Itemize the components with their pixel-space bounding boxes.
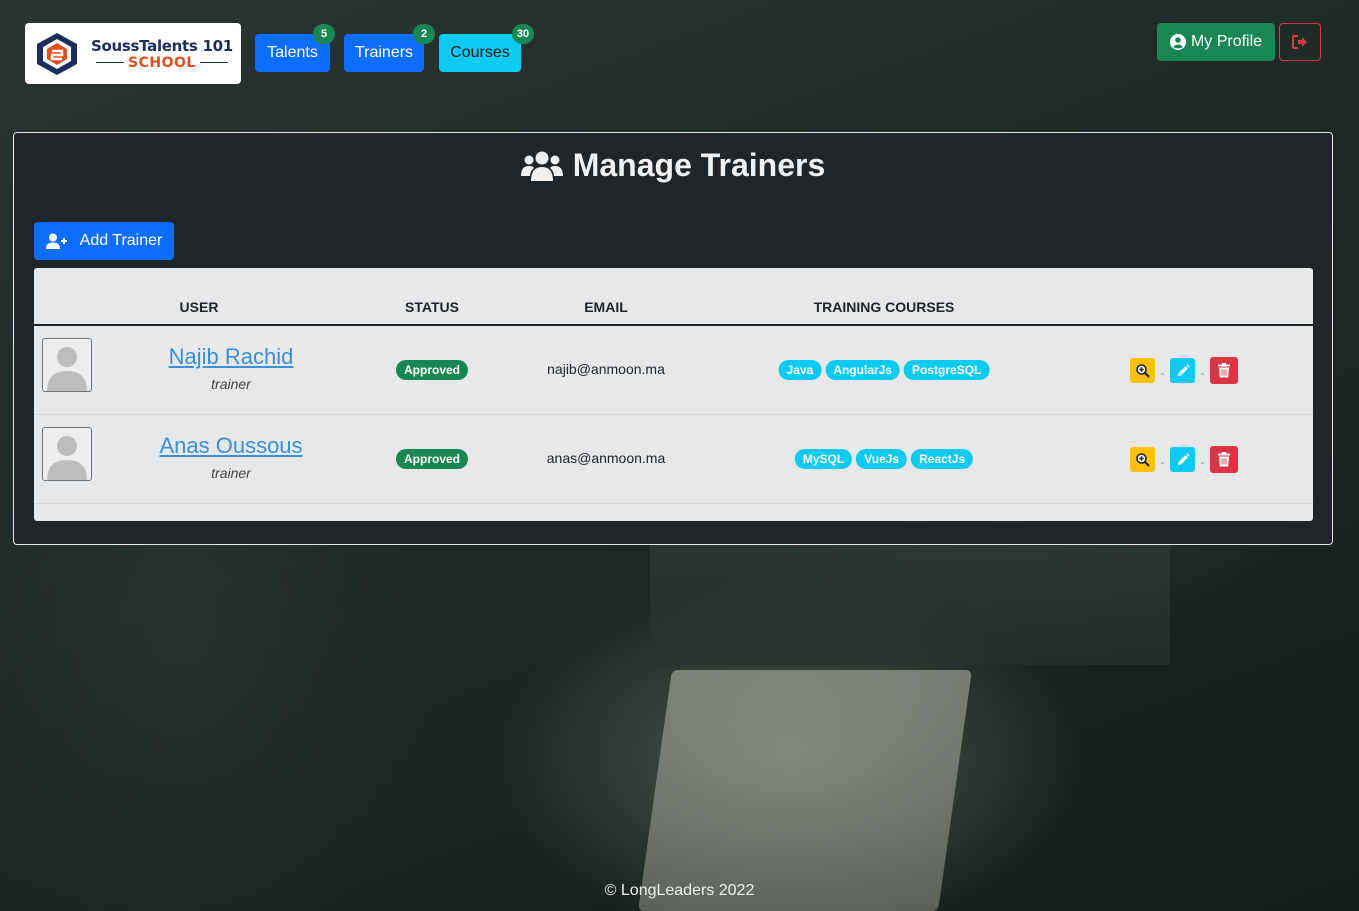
course-badge: VueJs <box>856 449 908 469</box>
my-profile-button[interactable]: My Profile <box>1157 23 1275 61</box>
nav-trainers-button[interactable]: Trainers 2 <box>344 24 435 72</box>
pencil-icon <box>1177 452 1190 465</box>
pencil-icon <box>1177 363 1190 376</box>
column-header-user: USER <box>179 299 219 315</box>
view-trainer-button[interactable] <box>1130 447 1155 472</box>
course-badge: AngularJs <box>825 360 901 380</box>
background-laptop <box>638 670 972 911</box>
nav-talents-label: Talents <box>267 44 318 61</box>
sign-out-icon <box>1292 35 1307 49</box>
search-plus-icon <box>1135 363 1150 378</box>
edit-trainer-button[interactable] <box>1170 447 1195 472</box>
manage-trainers-panel: Manage Trainers Add Trainer USER STATUS … <box>13 132 1333 545</box>
nav-courses-button[interactable]: Courses 30 <box>439 24 534 72</box>
user-name-link[interactable]: Najib Rachid <box>169 344 294 370</box>
footer: © LongLeaders 2022 <box>0 882 1359 900</box>
users-icon <box>520 151 563 181</box>
talents-count-badge: 5 <box>313 24 335 44</box>
logo-subtitle: SCHOOL <box>92 55 232 71</box>
nav-trainers-label: Trainers <box>354 44 414 61</box>
table-row: Anas Oussous trainer Approved anas@anmoo… <box>34 415 1313 504</box>
course-badge: ReactJs <box>911 449 974 469</box>
user-cell: Najib Rachid trainer <box>169 344 294 392</box>
logo-text: SoussTalents 101 SCHOOL <box>91 37 233 71</box>
logo-title: SoussTalents 101 <box>91 36 233 55</box>
row-actions: - - <box>1130 357 1238 384</box>
add-trainer-label: Add Trainer <box>79 232 163 249</box>
column-header-status: STATUS <box>405 299 459 315</box>
brand-logo[interactable]: SoussTalents 101 SCHOOL <box>25 23 241 84</box>
page-title: Manage Trainers <box>14 147 1332 184</box>
course-badge: MySQL <box>794 449 853 469</box>
training-courses: MySQL VueJs ReactJs <box>794 449 974 469</box>
user-name-link[interactable]: Anas Oussous <box>159 433 302 459</box>
trainers-table: USER STATUS EMAIL TRAINING COURSES Najib… <box>34 268 1313 521</box>
row-actions: - - <box>1130 446 1238 473</box>
my-profile-label: My Profile <box>1190 33 1263 50</box>
status-badge: Approved <box>395 449 469 469</box>
logout-button[interactable] <box>1279 23 1321 61</box>
action-separator: - <box>1160 456 1165 469</box>
status-badge: Approved <box>395 360 469 380</box>
avatar <box>42 338 92 392</box>
user-role: trainer <box>211 465 251 481</box>
search-plus-icon <box>1135 452 1150 467</box>
column-header-training-courses: TRAINING COURSES <box>813 299 955 315</box>
training-courses: Java AngularJs PostgreSQL <box>778 360 990 380</box>
user-role: trainer <box>211 376 251 392</box>
course-badge: PostgreSQL <box>904 360 990 380</box>
user-email: anas@anmoon.ma <box>546 450 666 466</box>
table-header: USER STATUS EMAIL TRAINING COURSES <box>34 268 1313 326</box>
footer-copyright: © LongLeaders 2022 <box>604 882 755 899</box>
background-monitor <box>650 535 1170 665</box>
page-title-text: Manage Trainers <box>572 147 826 183</box>
action-separator: - <box>1200 367 1205 380</box>
nav-talents-button[interactable]: Talents 5 <box>255 24 335 72</box>
user-placeholder-icon <box>47 347 87 391</box>
avatar <box>42 427 92 481</box>
user-email: najib@anmoon.ma <box>547 361 665 377</box>
trainers-count-badge: 2 <box>413 24 435 44</box>
courses-count-badge: 30 <box>512 24 534 44</box>
delete-trainer-button[interactable] <box>1210 357 1238 384</box>
view-trainer-button[interactable] <box>1130 358 1155 383</box>
user-plus-icon <box>45 233 67 249</box>
user-cell: Anas Oussous trainer <box>159 433 302 481</box>
column-header-email: EMAIL <box>584 299 628 315</box>
edit-trainer-button[interactable] <box>1170 358 1195 383</box>
action-separator: - <box>1200 456 1205 469</box>
nav-courses-label: Courses <box>450 44 510 61</box>
course-badge: Java <box>778 360 822 380</box>
trash-icon <box>1218 363 1230 378</box>
user-placeholder-icon <box>47 436 87 480</box>
user-circle-icon <box>1169 34 1186 50</box>
add-trainer-button[interactable]: Add Trainer <box>34 222 174 260</box>
logo-mark-icon <box>37 32 77 75</box>
action-separator: - <box>1160 367 1165 380</box>
trash-icon <box>1218 452 1230 467</box>
delete-trainer-button[interactable] <box>1210 446 1238 473</box>
table-row: Najib Rachid trainer Approved najib@anmo… <box>34 326 1313 415</box>
